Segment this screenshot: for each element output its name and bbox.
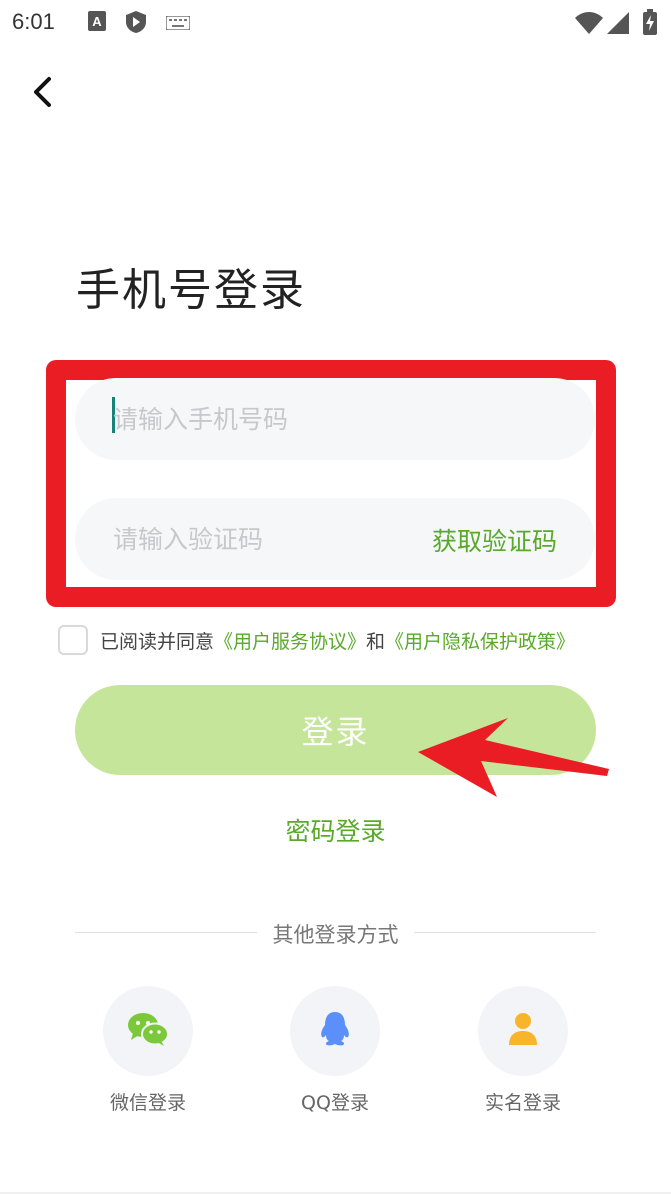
chevron-left-icon <box>31 76 53 112</box>
password-login-link[interactable]: 密码登录 <box>0 812 671 848</box>
qq-login-label: QQ登录 <box>301 1092 369 1114</box>
phone-input-container[interactable] <box>75 378 595 460</box>
wechat-icon-circle <box>103 986 193 1076</box>
get-code-button[interactable]: 获取验证码 <box>432 522 557 558</box>
realname-login-button[interactable]: 实名登录 <box>463 986 583 1115</box>
keyboard-icon <box>165 15 191 34</box>
status-bar: 6:01 A <box>0 0 671 46</box>
agreement-and: 和 <box>366 630 386 653</box>
person-icon-circle <box>478 986 568 1076</box>
wechat-login-button[interactable]: 微信登录 <box>88 986 208 1115</box>
person-icon <box>507 1012 539 1050</box>
status-time: 6:01 <box>12 9 55 34</box>
red-arrow-annotation-icon <box>415 715 610 804</box>
privacy-policy-link[interactable]: 《用户隐私保护政策》 <box>385 627 575 654</box>
agreement-checkbox[interactable] <box>58 625 88 655</box>
wechat-login-label: 微信登录 <box>109 1092 186 1114</box>
battery-charging-icon <box>643 9 657 39</box>
signal-icon <box>607 12 629 38</box>
realname-login-label: 实名登录 <box>484 1092 561 1114</box>
phone-input[interactable] <box>113 378 413 460</box>
wifi-icon <box>575 12 603 38</box>
wechat-icon <box>127 1011 169 1051</box>
agreement-prefix: 已阅读并同意 <box>100 630 215 653</box>
other-login-divider-label: 其他登录方式 <box>272 923 399 947</box>
shield-icon <box>126 11 146 37</box>
verification-code-input[interactable] <box>113 498 413 580</box>
qq-icon-circle <box>290 986 380 1076</box>
text-a-icon: A <box>88 11 106 35</box>
qq-icon <box>319 1011 351 1051</box>
svg-text:A: A <box>92 14 102 29</box>
code-input-container[interactable]: 获取验证码 <box>75 498 595 580</box>
page-title: 手机号登录 <box>76 265 306 316</box>
agreement-row: 已阅读并同意 《用户服务协议》 和 《用户隐私保护政策》 <box>58 624 575 656</box>
qq-login-button[interactable]: QQ登录 <box>275 986 395 1115</box>
login-button-label: 登录 <box>301 713 370 751</box>
divider-line-right <box>414 932 596 933</box>
service-agreement-link[interactable]: 《用户服务协议》 <box>214 627 366 654</box>
back-button[interactable] <box>22 72 62 116</box>
